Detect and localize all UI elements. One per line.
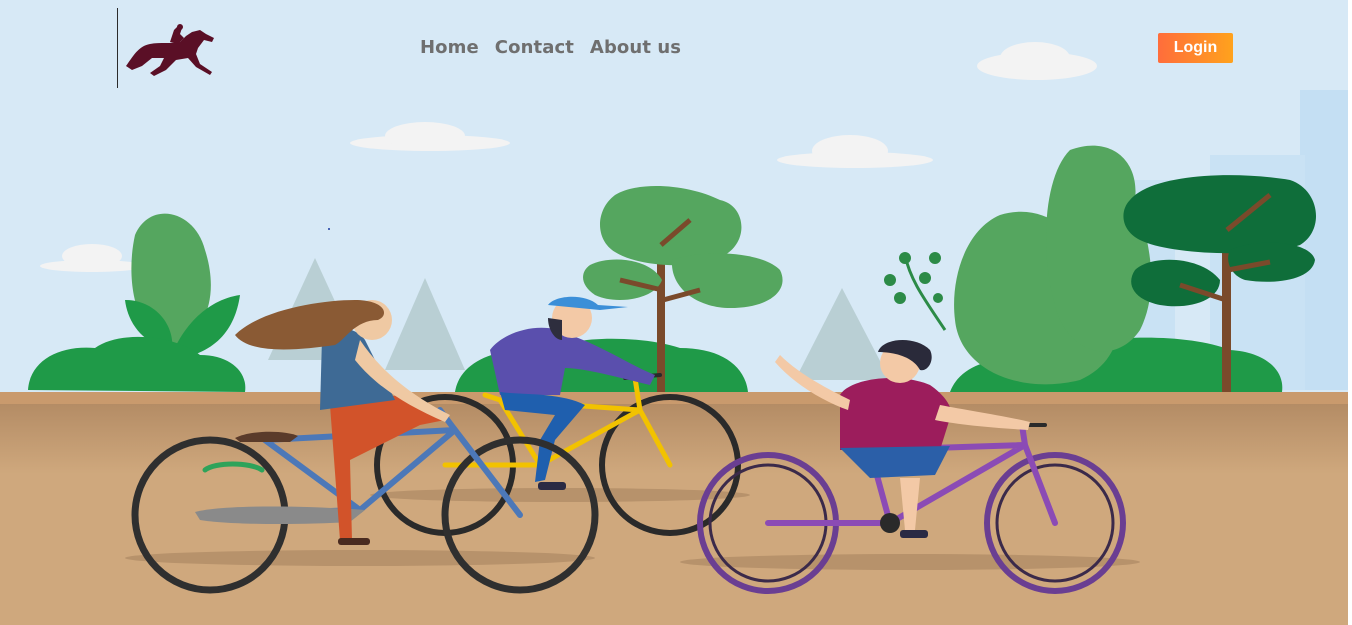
nav-about-link[interactable]: About us: [590, 37, 681, 58]
nav-contact-link[interactable]: Contact: [495, 37, 574, 58]
logo[interactable]: [117, 8, 228, 88]
login-button[interactable]: Login: [1158, 33, 1233, 63]
navbar: Home Contact About us Login: [0, 0, 1352, 95]
horse-rider-icon: [126, 24, 214, 76]
nav-links: Home Contact About us: [420, 37, 681, 58]
nav-home-link[interactable]: Home: [420, 37, 479, 58]
